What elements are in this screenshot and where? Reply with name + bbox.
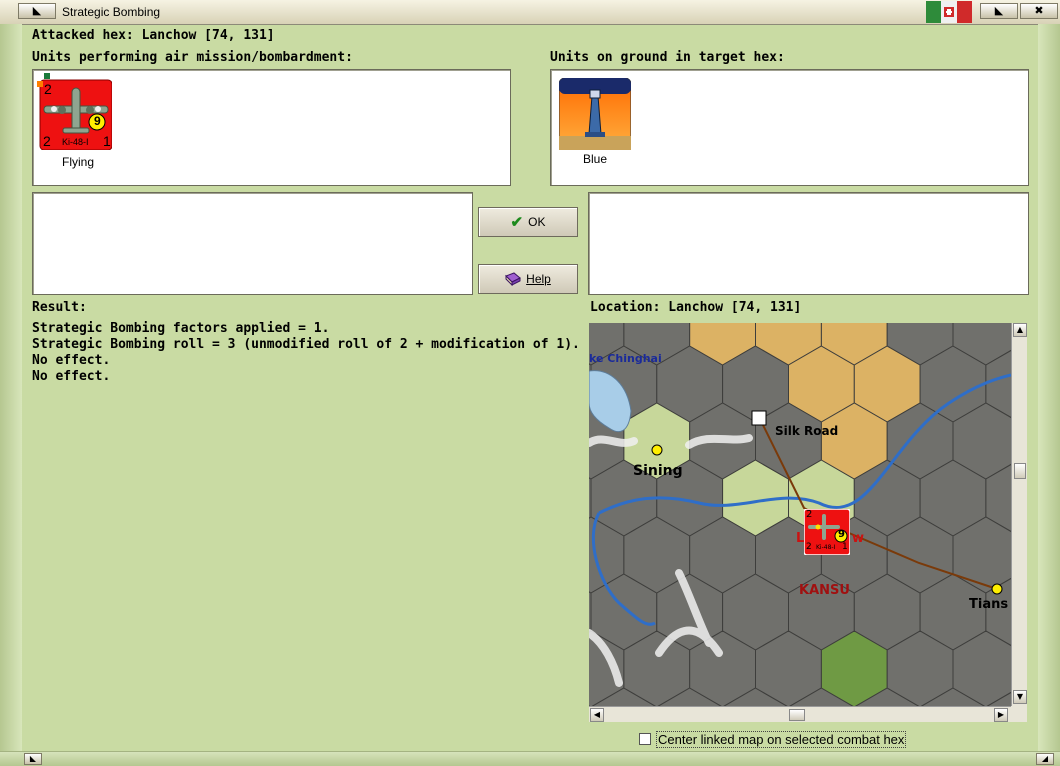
- city-tians-dot: [991, 583, 1003, 595]
- map-unit-bottom-right: 1: [842, 542, 848, 552]
- air-unit-status: Flying: [61, 155, 94, 169]
- map-label-sining: Sining: [633, 463, 683, 479]
- result-heading: Result:: [32, 300, 87, 315]
- lighthouse-installation-icon: [558, 77, 632, 151]
- ground-unit-status: Blue: [582, 152, 608, 166]
- map-unit-counter[interactable]: 2 9 2 Ki-48-I 1: [803, 508, 851, 556]
- location-heading: Location: Lanchow [74, 131]: [590, 300, 802, 315]
- ok-button[interactable]: ✔ OK: [478, 207, 578, 237]
- center-map-checkbox[interactable]: [639, 733, 651, 745]
- frame-left: [0, 24, 22, 752]
- title-bar: ◣ Strategic Bombing ◣ ✖: [0, 0, 1060, 25]
- center-map-label[interactable]: Center linked map on selected combat hex: [656, 731, 907, 748]
- air-unit-card[interactable]: 2 9 2 Ki-48-I 1 Flying: [36, 72, 113, 169]
- scroll-down-button[interactable]: ▼: [1013, 690, 1027, 704]
- right-message-panel: [588, 192, 1029, 295]
- air-unit-top-left: 2: [44, 81, 52, 97]
- restore-button[interactable]: ◣: [980, 3, 1018, 19]
- map-label-lake: ke Chinghai: [589, 352, 662, 365]
- air-unit-bottom-right: 1: [103, 133, 111, 149]
- result-line: No effect.: [32, 369, 111, 384]
- ground-units-heading: Units on ground in target hex:: [550, 50, 785, 65]
- air-unit-bottom-left: 2: [43, 133, 51, 149]
- map-unit-badge: 9: [838, 529, 845, 540]
- ground-unit-card[interactable]: Blue: [558, 77, 632, 166]
- frame-right: [1038, 24, 1060, 752]
- map-horizontal-scrollbar[interactable]: ◀ ▶: [589, 706, 1011, 722]
- map-unit-bottom-left: 2: [806, 542, 812, 552]
- vertical-scroll-thumb[interactable]: [1014, 463, 1026, 479]
- map-label-tians: Tians: [969, 597, 1009, 612]
- scroll-right-button[interactable]: ▶: [994, 708, 1008, 722]
- result-text: Strategic Bombing factors applied = 1. S…: [32, 321, 580, 385]
- ok-button-label: OK: [528, 215, 546, 229]
- left-message-panel: [32, 192, 473, 295]
- map-label-lanchow-b: w: [852, 531, 865, 546]
- map-label-kansu: KANSU: [799, 583, 850, 598]
- air-units-panel: 2 9 2 Ki-48-I 1 Flying: [32, 69, 511, 186]
- map-unit-name: Ki-48-I: [816, 544, 836, 551]
- result-line: Strategic Bombing factors applied = 1.: [32, 321, 330, 336]
- checkmark-icon: ✔: [510, 214, 524, 231]
- resize-grip-right[interactable]: ◢: [1036, 753, 1054, 765]
- map-vertical-scrollbar[interactable]: ▲ ▼: [1011, 323, 1027, 706]
- result-line: No effect.: [32, 353, 111, 368]
- mini-map[interactable]: 2 9 2 Ki-48-I 1 ke Chinghai Silk Road Si…: [589, 323, 1011, 706]
- city-sining-dot: [651, 444, 663, 456]
- frame-bottom: ◣ ◢: [0, 751, 1060, 766]
- map-label-silk-road: Silk Road: [775, 424, 839, 438]
- attacked-hex-label: Attacked hex: Lanchow [74, 131]: [32, 28, 275, 43]
- air-unit-badge: 9: [94, 114, 101, 128]
- window-title: Strategic Bombing: [62, 5, 161, 19]
- help-button-label: Help: [526, 272, 551, 286]
- result-line: Strategic Bombing roll = 3 (unmodified r…: [32, 337, 580, 352]
- help-book-icon: [505, 272, 522, 286]
- airfield-marker: [751, 410, 767, 426]
- map-label-lanchow-a: L: [796, 531, 805, 546]
- scroll-left-button[interactable]: ◀: [590, 708, 604, 722]
- resize-grip-left[interactable]: ◣: [24, 753, 42, 765]
- scroll-corner: [1011, 706, 1027, 722]
- hex-map[interactable]: [589, 323, 1011, 706]
- horizontal-scroll-thumb[interactable]: [789, 709, 805, 721]
- air-unit-name: Ki-48-I: [62, 137, 89, 147]
- air-units-heading: Units performing air mission/bombardment…: [32, 50, 353, 65]
- nation-flag-icon: [926, 1, 972, 23]
- minimize-button[interactable]: ◣: [18, 3, 56, 19]
- help-button[interactable]: Help: [478, 264, 578, 294]
- map-unit-top-left: 2: [806, 509, 813, 520]
- scroll-up-button[interactable]: ▲: [1013, 323, 1027, 337]
- close-button[interactable]: ✖: [1020, 3, 1058, 19]
- ground-units-panel: Blue: [550, 69, 1029, 186]
